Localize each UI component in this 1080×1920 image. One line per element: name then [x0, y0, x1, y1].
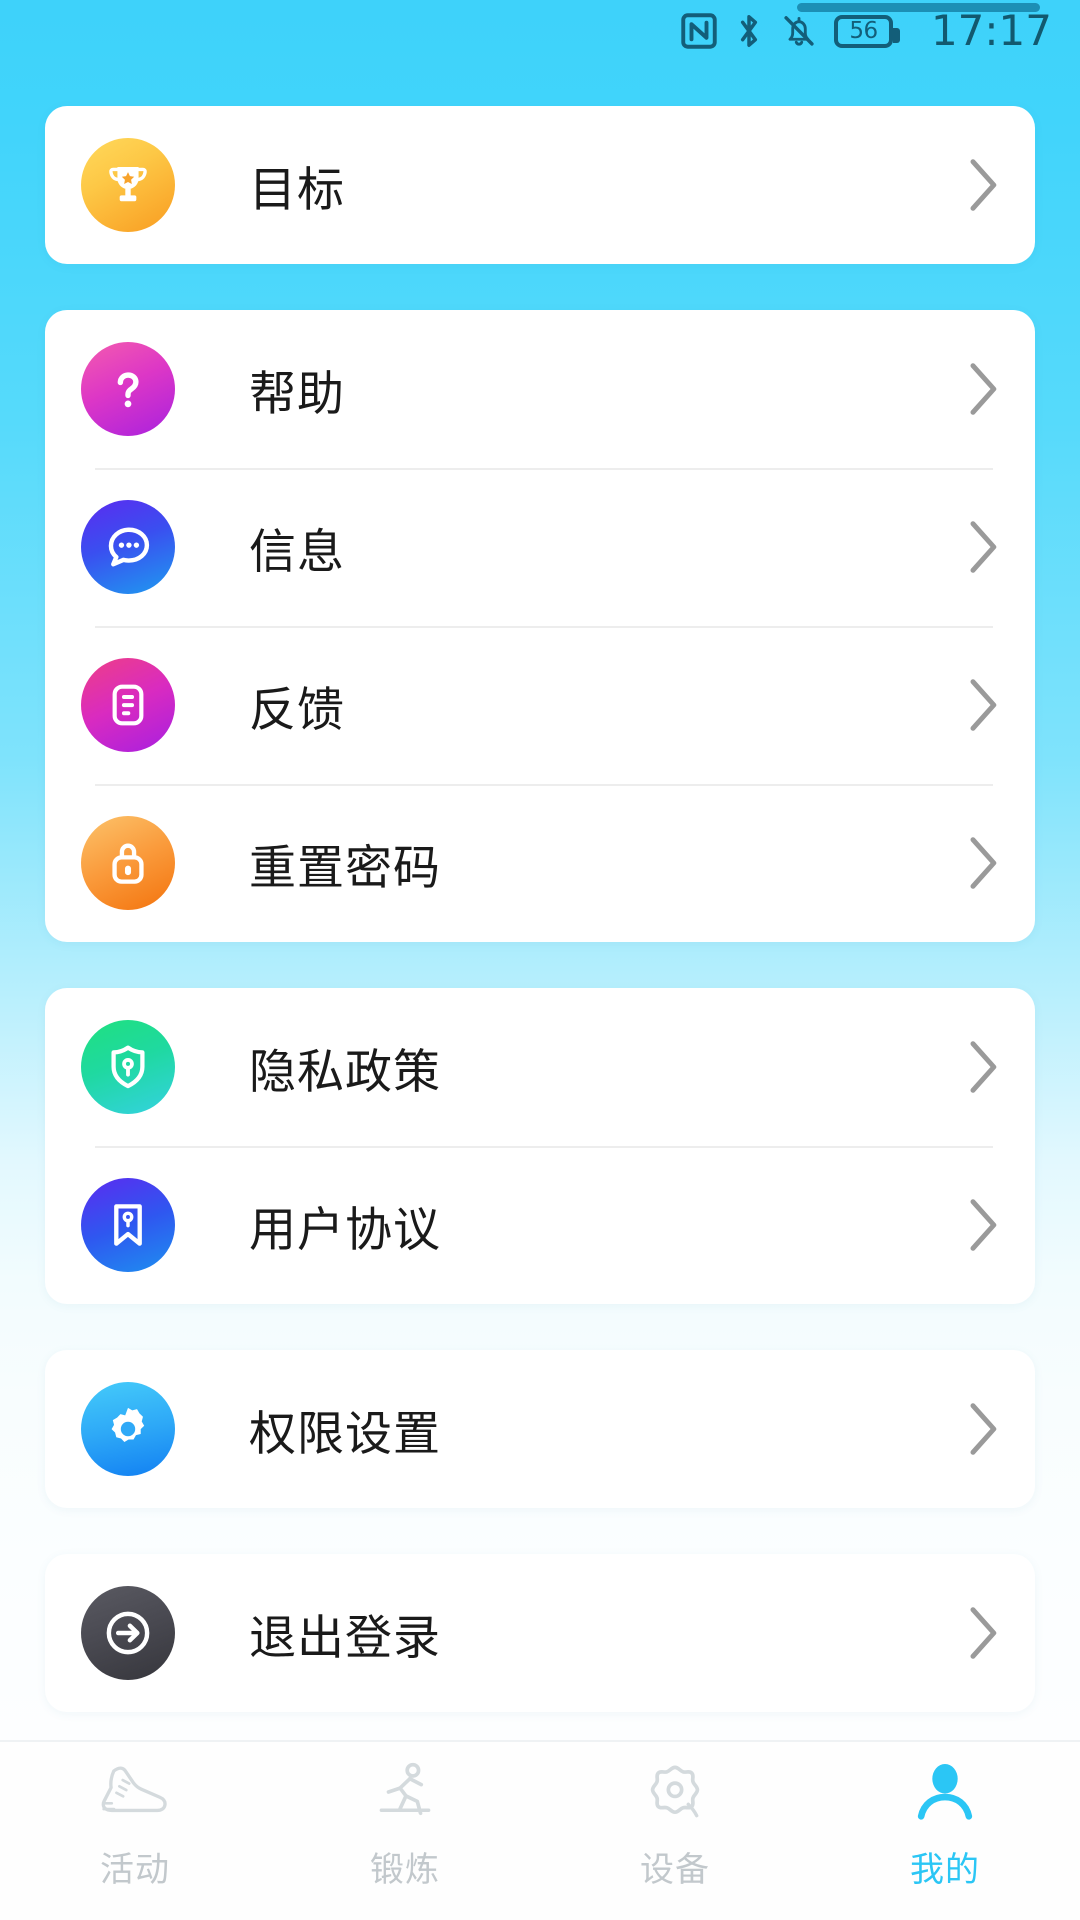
gear-icon	[81, 1382, 175, 1476]
list-item-permission-settings[interactable]: 权限设置	[45, 1350, 1035, 1508]
nav-label: 我的	[910, 1849, 980, 1890]
chevron-right-icon	[970, 679, 997, 731]
chevron-right-icon	[970, 1403, 997, 1455]
list-item-user-agreement[interactable]: 用户协议	[45, 1146, 1035, 1304]
nav-item-device[interactable]: 设备	[540, 1742, 810, 1920]
chevron-right-icon	[970, 159, 997, 211]
shield-keyhole-icon	[81, 1020, 175, 1114]
list-item-label: 反馈	[249, 682, 345, 738]
chat-bubble-icon	[81, 500, 175, 594]
list-item-help[interactable]: 帮助	[45, 310, 1035, 468]
nav-item-activity[interactable]: 活动	[0, 1742, 270, 1920]
list-item-logout[interactable]: 退出登录	[45, 1554, 1035, 1712]
bookmark-icon	[81, 1178, 175, 1272]
list-item-goals[interactable]: 目标	[45, 106, 1035, 264]
account-section: 退出登录	[45, 1554, 1035, 1712]
nav-label: 活动	[100, 1849, 170, 1890]
list-item-label: 隐私政策	[249, 1044, 441, 1100]
document-icon	[81, 658, 175, 752]
list-item-label: 用户协议	[249, 1202, 441, 1258]
list-item-label: 退出登录	[249, 1610, 441, 1666]
list-item-feedback[interactable]: 反馈	[45, 626, 1035, 784]
nav-item-exercise[interactable]: 锻炼	[270, 1742, 540, 1920]
person-icon	[912, 1756, 978, 1830]
chevron-right-icon	[970, 521, 997, 573]
status-bar: 56 17:17	[0, 0, 1080, 62]
battery-indicator: 56	[833, 14, 900, 48]
nav-item-mine[interactable]: 我的	[810, 1742, 1080, 1920]
running-person-icon	[372, 1756, 438, 1830]
bottom-navigation: 活动 锻炼 设备 我的	[0, 1740, 1080, 1920]
nfc-icon	[681, 13, 717, 49]
settings-section: 权限设置	[45, 1350, 1035, 1508]
question-mark-icon	[81, 342, 175, 436]
chevron-right-icon	[970, 1607, 997, 1659]
trophy-icon	[81, 138, 175, 232]
list-item-messages[interactable]: 信息	[45, 468, 1035, 626]
app-screen: 56 17:17 目标 帮助 信息 反馈 重置密码 隐私政策 用户协议 权限设置…	[0, 0, 1080, 1920]
top-progress-indicator	[797, 3, 1040, 12]
list-item-reset-password[interactable]: 重置密码	[45, 784, 1035, 942]
chevron-right-icon	[970, 1199, 997, 1251]
settings-list: 目标 帮助 信息 反馈 重置密码 隐私政策 用户协议 权限设置 退出登录	[0, 62, 1080, 1712]
device-gear-icon	[642, 1756, 708, 1830]
support-section: 帮助 信息 反馈 重置密码	[45, 310, 1035, 942]
lock-icon	[81, 816, 175, 910]
chevron-right-icon	[970, 363, 997, 415]
battery-level: 56	[849, 17, 878, 44]
nav-label: 锻炼	[370, 1849, 440, 1890]
chevron-right-icon	[970, 837, 997, 889]
mute-bell-icon	[784, 16, 814, 46]
chevron-right-icon	[970, 1041, 997, 1093]
list-item-label: 权限设置	[249, 1406, 441, 1462]
list-item-label: 信息	[249, 524, 345, 580]
bluetooth-icon	[740, 15, 758, 47]
status-icons: 56 17:17	[681, 10, 1052, 52]
list-item-label: 帮助	[249, 366, 345, 422]
list-item-label: 目标	[249, 162, 345, 218]
logout-arrow-icon	[81, 1586, 175, 1680]
shoe-icon	[97, 1756, 173, 1830]
list-item-privacy-policy[interactable]: 隐私政策	[45, 988, 1035, 1146]
legal-section: 隐私政策 用户协议	[45, 988, 1035, 1304]
clock: 17:17	[930, 6, 1052, 55]
nav-label: 设备	[640, 1849, 710, 1890]
goals-section: 目标	[45, 106, 1035, 264]
list-item-label: 重置密码	[249, 840, 441, 896]
